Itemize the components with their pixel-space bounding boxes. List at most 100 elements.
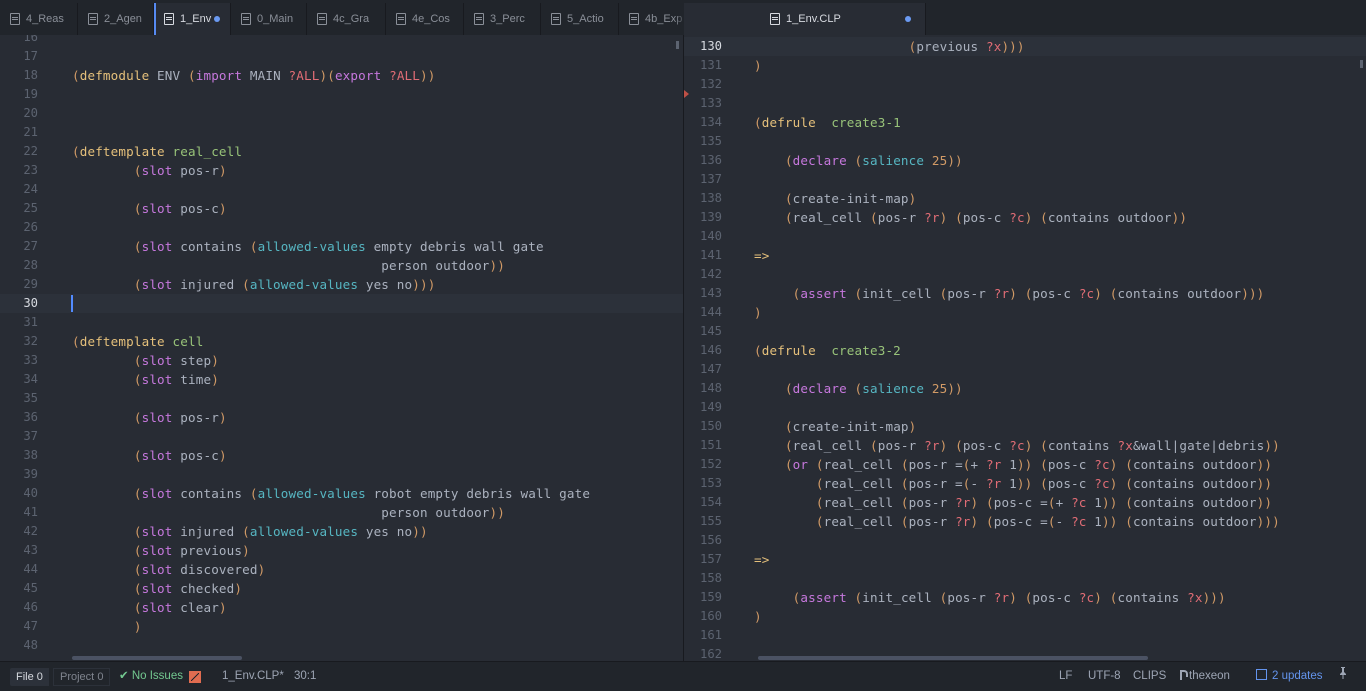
code-line[interactable]: 43 (slot previous) [0,541,684,560]
modified-indicator-icon[interactable] [214,16,221,22]
code-line[interactable]: 134 (defrule create3-1 [684,113,1366,132]
code-line[interactable]: 30 [0,294,684,313]
git-branch[interactable]: thexeon [1180,662,1230,691]
code-text[interactable]: (or (real_cell (pos-r =(+ ?r 1)) (pos-c … [754,455,1272,474]
grammar-selector[interactable]: CLIPS [1133,662,1166,691]
code-line[interactable]: 44 (slot discovered) [0,560,684,579]
code-text[interactable]: (real_cell (pos-r ?r) (pos-c ?c) (contai… [754,208,1187,227]
code-line[interactable]: 160) [684,607,1366,626]
code-line[interactable]: 37 [0,427,684,446]
modified-indicator-icon[interactable] [905,16,911,22]
code-text[interactable]: person outdoor)) [72,503,505,522]
code-line[interactable]: 133 [684,94,1366,113]
code-line[interactable]: 31 [0,313,684,332]
code-text[interactable]: (defrule create3-1 [754,113,901,132]
code-text[interactable]: (slot clear) [72,598,227,617]
code-line[interactable]: 41 person outdoor)) [0,503,684,522]
code-line[interactable]: 161 [684,626,1366,645]
code-line[interactable]: 131) [684,56,1366,75]
code-text[interactable]: (real_cell (pos-r ?r) (pos-c ?c) (contai… [754,436,1280,455]
line-ending-selector[interactable]: LF [1059,662,1072,691]
code-line[interactable]: 25 (slot pos-c) [0,199,684,218]
code-line[interactable]: 36 (slot pos-r) [0,408,684,427]
package-updates[interactable]: 2 updates [1256,662,1323,691]
code-line[interactable]: 19 [0,85,684,104]
code-text[interactable]: (slot checked) [72,579,242,598]
code-text[interactable]: ) [754,607,762,626]
code-text[interactable]: (slot contains (allowed-values empty deb… [72,237,544,256]
pin-icon[interactable] [1339,662,1347,691]
linter-status[interactable]: ✔ No Issues [119,662,183,691]
code-line[interactable]: 144) [684,303,1366,322]
code-line[interactable]: 135 [684,132,1366,151]
current-filename[interactable]: 1_Env.CLP* [222,662,284,691]
code-line[interactable]: 159 (assert (init_cell (pos-r ?r) (pos-c… [684,588,1366,607]
code-text[interactable]: (declare (salience 25)) [754,379,963,398]
code-text[interactable]: (slot pos-r) [72,161,227,180]
code-line[interactable]: 155 (real_cell (pos-r ?r) (pos-c =(- ?c … [684,512,1366,531]
code-text[interactable]: (slot injured (allowed-values yes no)) [72,522,428,541]
tab-0-main[interactable]: 0_Main [231,3,307,35]
code-line[interactable]: 136 (declare (salience 25)) [684,151,1366,170]
code-line[interactable]: 17 [0,47,684,66]
cursor-position[interactable]: 30:1 [294,662,316,691]
code-line[interactable]: 23 (slot pos-r) [0,161,684,180]
code-line[interactable]: 145 [684,322,1366,341]
code-line[interactable]: 157 => [684,550,1366,569]
code-line[interactable]: 158 [684,569,1366,588]
code-line[interactable]: 147 [684,360,1366,379]
code-line[interactable]: 138 (create-init-map) [684,189,1366,208]
code-line[interactable]: 48 [0,636,684,655]
left-editor-pane[interactable]: 16 17 18 (defmodule ENV (import MAIN ?ALL)(… [0,35,684,661]
code-line[interactable]: 20 [0,104,684,123]
encoding-selector[interactable]: UTF-8 [1088,662,1121,691]
code-line[interactable]: 152 (or (real_cell (pos-r =(+ ?r 1)) (po… [684,455,1366,474]
code-text[interactable]: (slot contains (allowed-values robot emp… [72,484,590,503]
code-line[interactable]: 154 (real_cell (pos-r ?r) (pos-c =(+ ?c … [684,493,1366,512]
tab-3-perc[interactable]: 3_Perc [464,3,541,35]
code-line[interactable]: 28 person outdoor)) [0,256,684,275]
tab-2-agen[interactable]: 2_Agen [78,3,154,35]
code-line[interactable]: 26 [0,218,684,237]
code-line[interactable]: 34 (slot time) [0,370,684,389]
code-text[interactable]: person outdoor)) [72,256,505,275]
code-text[interactable]: ) [754,303,762,322]
code-line[interactable]: 35 [0,389,684,408]
code-text[interactable]: (assert (init_cell (pos-r ?r) (pos-c ?c)… [754,588,1226,607]
code-line[interactable]: 141 => [684,246,1366,265]
code-line[interactable]: 148 (declare (salience 25)) [684,379,1366,398]
code-text[interactable]: (real_cell (pos-r ?r) (pos-c =(- ?c 1)) … [754,512,1280,531]
code-line[interactable]: 32 (deftemplate cell [0,332,684,351]
code-text[interactable]: ) [72,617,142,636]
code-text[interactable]: => [754,246,769,265]
code-line[interactable]: 39 [0,465,684,484]
tab-4-reas[interactable]: 4_Reas [0,3,78,35]
tab-4b-exp[interactable]: 4b_Exp [619,3,684,35]
code-line[interactable]: 137 [684,170,1366,189]
code-line[interactable]: 151 (real_cell (pos-r ?r) (pos-c ?c) (co… [684,436,1366,455]
code-line[interactable]: 33 (slot step) [0,351,684,370]
code-line[interactable]: 130 (previous ?x))) [684,37,1366,56]
linter-error-icon[interactable] [189,671,201,683]
code-line[interactable]: 22 (deftemplate real_cell [0,142,684,161]
code-line[interactable]: 27 (slot contains (allowed-values empty … [0,237,684,256]
code-line[interactable]: 24 [0,180,684,199]
code-line[interactable]: 146 (defrule create3-2 [684,341,1366,360]
code-text[interactable]: ) [754,56,762,75]
tab-1-env[interactable]: 1_Env [154,3,231,35]
code-text[interactable]: => [754,550,769,569]
code-line[interactable]: 132 [684,75,1366,94]
tab-5-actio[interactable]: 5_Actio [541,3,619,35]
code-line[interactable]: 47 ) [0,617,684,636]
code-text[interactable]: (slot time) [72,370,219,389]
code-text[interactable]: (create-init-map) [754,417,916,436]
code-text[interactable]: (slot injured (allowed-values yes no))) [72,275,435,294]
project-issues-toggle[interactable]: Project 0 [53,668,111,686]
code-text[interactable]: (deftemplate cell [72,332,203,351]
code-text[interactable]: (declare (salience 25)) [754,151,963,170]
file-issues-toggle[interactable]: File 0 [10,668,49,686]
code-line[interactable]: 18 (defmodule ENV (import MAIN ?ALL)(expo… [0,66,684,85]
code-text[interactable]: (slot step) [72,351,219,370]
tab-1-env-clp[interactable]: 1_Env.CLP [684,3,926,35]
code-text[interactable]: (real_cell (pos-r ?r) (pos-c =(+ ?c 1)) … [754,493,1272,512]
